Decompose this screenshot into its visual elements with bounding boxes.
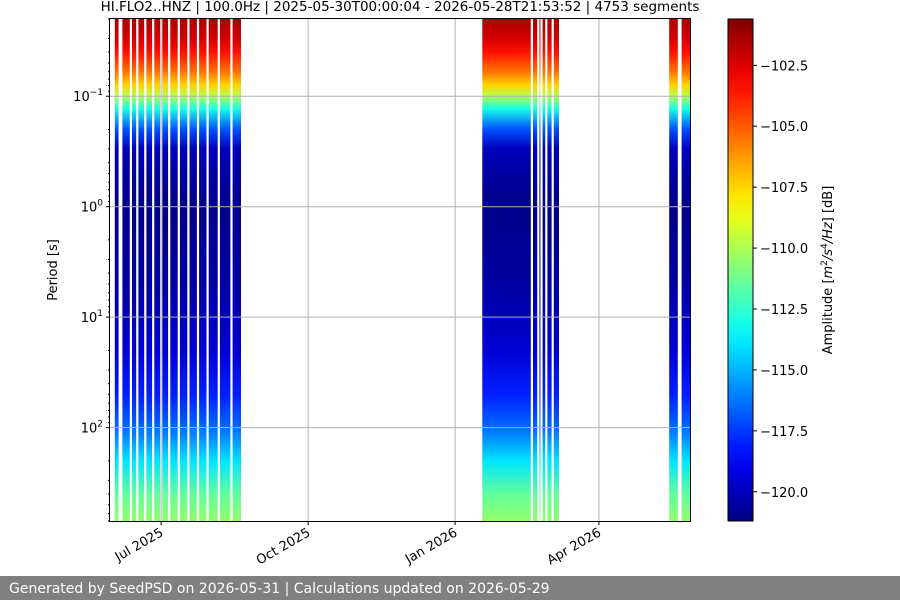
x-tick-label: Apr 2026 [545,525,604,568]
data-gap-12 [206,19,209,521]
y-axis: 10−1 100 101 102 [73,18,110,522]
x-axis: Jul 2025 Oct 2025 Jan 2026 Apr 2026 [112,521,604,568]
data-gap-4 [136,19,139,521]
footer-text: Generated by SeedPSD on 2026-05-31 | Cal… [9,581,550,597]
chart-title: HI.FLO2..HNZ | 100.0Hz | 2025-05-30T00:0… [101,0,700,15]
colorbar-tick-label: −117.5 [760,425,808,440]
data-gap-5 [144,19,147,521]
x-tick-label: Oct 2025 [254,525,313,568]
psd-spectrogram-figure: HI.FLO2..HNZ | 100.0Hz | 2025-05-30T00:0… [46,0,836,568]
colorbar: −102.5 −105.0 −107.5 −110.0 −112.5 −115.0 −117… [727,18,808,522]
data-gap-8 [168,19,171,521]
colorbar-label: Amplitude [m2/s4/Hz] [dB] [820,186,836,355]
y-tick-label: 102 [81,420,103,437]
data-gap-10 [187,19,190,521]
heatmap-area [114,19,690,521]
y-tick-label: 10−1 [73,88,103,105]
data-gap-13 [217,19,220,521]
colorbar-tick-label: −102.5 [760,59,808,74]
data-gap-2 [120,19,123,521]
colorbar-tick-label: −110.0 [760,242,808,257]
colorbar-tick-label: −107.5 [760,181,808,196]
data-gap-6 [152,19,155,521]
data-gap-17 [540,19,543,521]
colorbar-gradient [727,18,754,522]
data-gap-11 [196,19,200,521]
colorbar-tick-label: −105.0 [760,120,808,135]
data-interval-2 [482,19,559,521]
y-tick-label: 101 [81,309,103,326]
footer-bar: Generated by SeedPSD on 2026-05-31 | Cal… [0,576,900,600]
data-gap-3 [129,19,132,521]
colorbar-tick-label: −112.5 [760,303,808,318]
y-tick-label: 100 [81,199,104,216]
data-gap-9 [177,19,180,521]
data-gap-15 [530,19,533,521]
data-gap-16 [537,19,540,521]
data-gap-21 [679,19,682,521]
data-gap-18 [545,19,548,521]
data-gap-14 [230,19,233,521]
data-gap-19 [551,19,554,521]
colorbar-tick-label: −115.0 [760,364,808,379]
x-tick-label: Jan 2026 [402,525,460,567]
y-axis-label: Period [s] [46,239,61,301]
colorbar-tick-label: −120.0 [760,486,808,501]
x-tick-label: Jul 2025 [112,525,166,565]
